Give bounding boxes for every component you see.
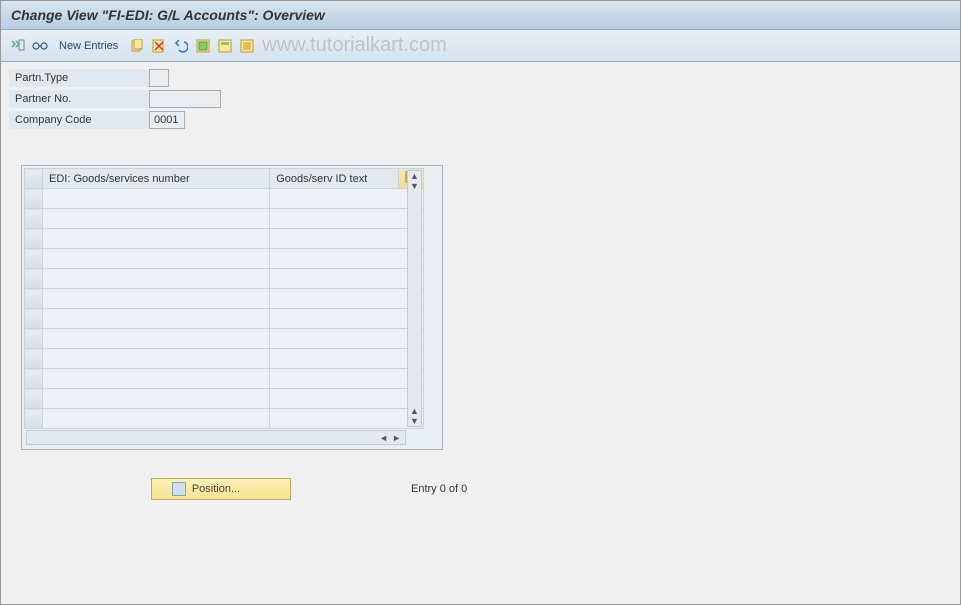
toggle-icon[interactable] [9, 37, 27, 55]
partn-type-label: Partn.Type [9, 69, 149, 87]
new-entries-button[interactable]: New Entries [53, 40, 124, 52]
footer-row: Position... Entry 0 of 0 [151, 478, 960, 500]
cell-goods-text[interactable] [270, 389, 424, 409]
cell-goods-text[interactable] [270, 289, 424, 309]
select-all-icon[interactable] [194, 37, 212, 55]
cell-goods-number[interactable] [43, 289, 270, 309]
table-row[interactable] [25, 209, 424, 229]
cell-goods-text[interactable] [270, 249, 424, 269]
glasses-icon[interactable] [31, 37, 49, 55]
cell-goods-number[interactable] [43, 269, 270, 289]
gl-accounts-table: EDI: Goods/services number Goods/serv ID… [24, 168, 424, 429]
cell-goods-number[interactable] [43, 409, 270, 429]
position-icon [172, 482, 186, 496]
cell-goods-text[interactable] [270, 269, 424, 289]
table-row[interactable] [25, 189, 424, 209]
toolbar: New Entries www.tutorialkart.com [1, 30, 960, 62]
table-row[interactable] [25, 389, 424, 409]
delete-icon[interactable] [150, 37, 168, 55]
cell-goods-number[interactable] [43, 249, 270, 269]
table-row[interactable] [25, 409, 424, 429]
cell-goods-text[interactable] [270, 369, 424, 389]
table-row[interactable] [25, 229, 424, 249]
row-selector[interactable] [25, 269, 43, 289]
row-selector[interactable] [25, 249, 43, 269]
col-goods-text[interactable]: Goods/serv ID text [270, 169, 399, 189]
cell-goods-text[interactable] [270, 349, 424, 369]
row-selector[interactable] [25, 309, 43, 329]
position-button[interactable]: Position... [151, 478, 291, 500]
scroll-up-icon[interactable]: ▲ [410, 171, 419, 181]
col-goods-number[interactable]: EDI: Goods/services number [43, 169, 270, 189]
scroll-right-icon[interactable]: ► [392, 433, 401, 443]
row-selector[interactable] [25, 369, 43, 389]
row-selector[interactable] [25, 289, 43, 309]
cell-goods-number[interactable] [43, 389, 270, 409]
row-selector[interactable] [25, 209, 43, 229]
scroll-left-icon[interactable]: ◄ [379, 433, 388, 443]
row-selector[interactable] [25, 409, 43, 429]
row-selector[interactable] [25, 329, 43, 349]
row-selector[interactable] [25, 229, 43, 249]
table-container: EDI: Goods/services number Goods/serv ID… [21, 165, 443, 450]
table-row[interactable] [25, 269, 424, 289]
row-selector[interactable] [25, 389, 43, 409]
cell-goods-number[interactable] [43, 329, 270, 349]
vertical-scrollbar[interactable]: ▲ ▼ ▲ ▼ [407, 170, 422, 427]
cell-goods-number[interactable] [43, 309, 270, 329]
cell-goods-number[interactable] [43, 209, 270, 229]
cell-goods-number[interactable] [43, 369, 270, 389]
company-code-input[interactable] [149, 111, 185, 129]
company-code-label: Company Code [9, 111, 149, 129]
horizontal-scrollbar[interactable]: ◄ ► [26, 430, 406, 445]
cell-goods-text[interactable] [270, 189, 424, 209]
watermark-text: www.tutorialkart.com [262, 34, 447, 57]
entry-count-text: Entry 0 of 0 [411, 483, 467, 495]
table-row[interactable] [25, 249, 424, 269]
position-label: Position... [192, 483, 240, 495]
title-bar: Change View "FI-EDI: G/L Accounts": Over… [1, 1, 960, 30]
cell-goods-text[interactable] [270, 229, 424, 249]
cell-goods-text[interactable] [270, 409, 424, 429]
cell-goods-number[interactable] [43, 229, 270, 249]
table-row[interactable] [25, 289, 424, 309]
cell-goods-text[interactable] [270, 329, 424, 349]
row-selector[interactable] [25, 189, 43, 209]
table-corner[interactable] [25, 169, 43, 189]
table-row[interactable] [25, 309, 424, 329]
table-row[interactable] [25, 329, 424, 349]
select-block-icon[interactable] [216, 37, 234, 55]
deselect-all-icon[interactable] [238, 37, 256, 55]
scroll-up-icon-lower[interactable]: ▲ [410, 406, 419, 416]
partn-type-input[interactable] [149, 69, 169, 87]
undo-icon[interactable] [172, 37, 190, 55]
row-selector[interactable] [25, 349, 43, 369]
page-title: Change View "FI-EDI: G/L Accounts": Over… [11, 7, 950, 23]
partner-no-label: Partner No. [9, 90, 149, 108]
copy-icon[interactable] [128, 37, 146, 55]
table-row[interactable] [25, 349, 424, 369]
scroll-down-icon-upper[interactable]: ▼ [410, 181, 419, 191]
cell-goods-number[interactable] [43, 349, 270, 369]
cell-goods-text[interactable] [270, 209, 424, 229]
scroll-down-icon[interactable]: ▼ [410, 416, 419, 426]
header-form: Partn.Type Partner No. Company Code [1, 62, 960, 137]
cell-goods-text[interactable] [270, 309, 424, 329]
table-row[interactable] [25, 369, 424, 389]
cell-goods-number[interactable] [43, 189, 270, 209]
partner-no-input[interactable] [149, 90, 221, 108]
